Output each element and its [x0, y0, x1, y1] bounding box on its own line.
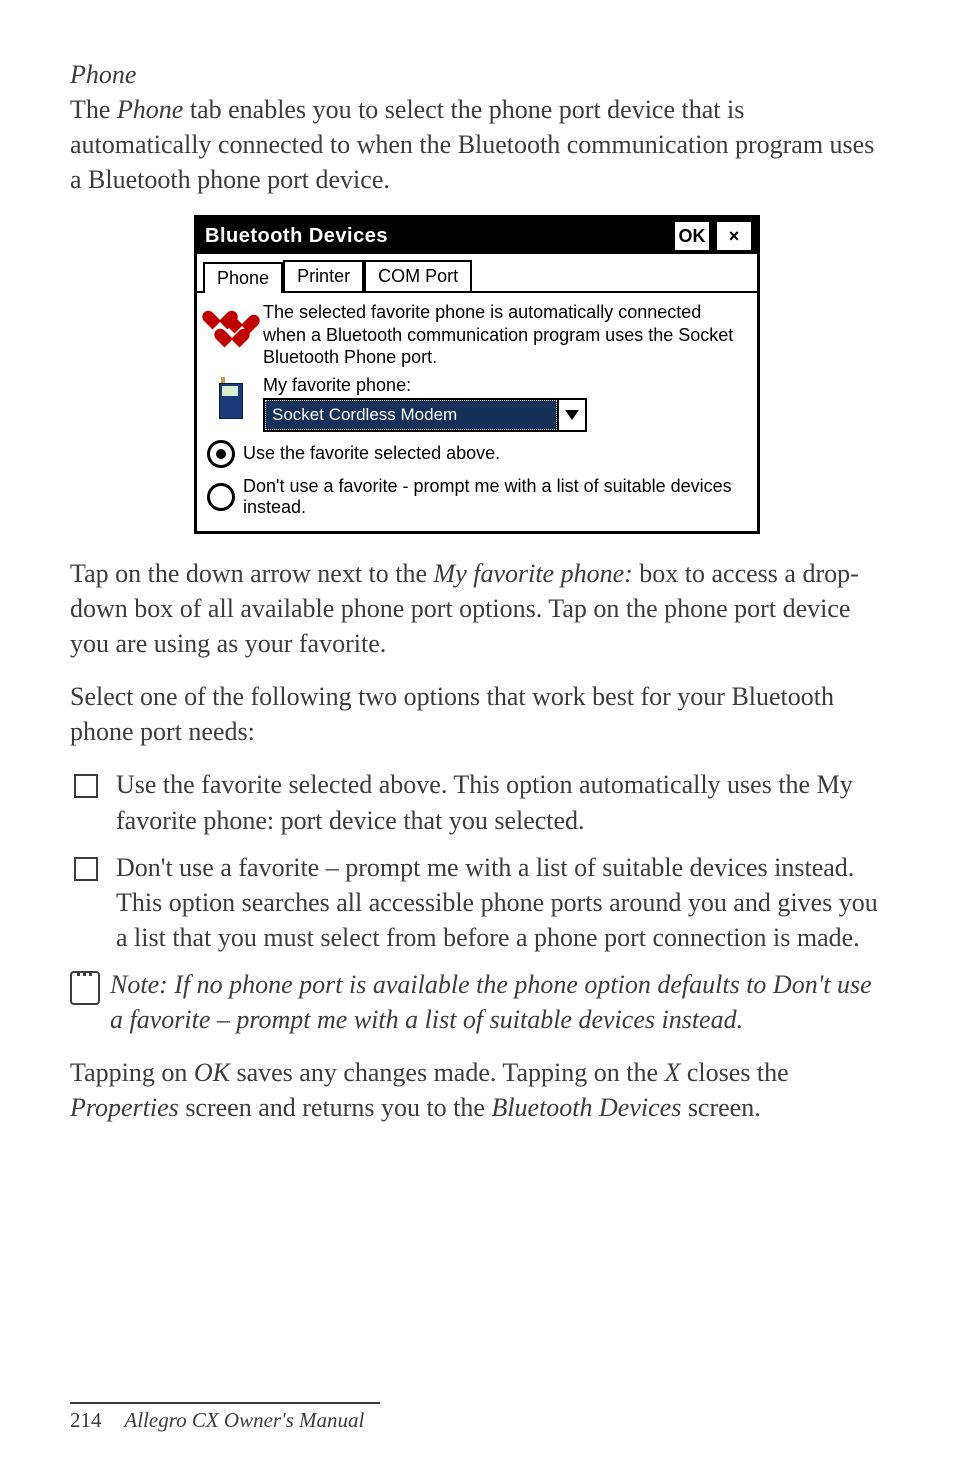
footer-rule: [70, 1402, 380, 1404]
intro-em: Phone: [117, 95, 183, 124]
tap-paragraph: Tap on the down arrow next to the My fav…: [70, 556, 884, 661]
ok-em4: Bluetooth Devices: [491, 1093, 681, 1122]
dialog-titlebar: Bluetooth Devices OK ×: [197, 218, 757, 254]
favorite-phone-dropdown[interactable]: Socket Cordless Modem: [263, 398, 587, 432]
dialog-description: The selected favorite phone is automatic…: [263, 299, 747, 369]
ok-em2: X: [665, 1058, 681, 1087]
radio-dont-use-favorite[interactable]: Don't use a favorite - prompt me with a …: [207, 476, 747, 519]
note-icon: [70, 971, 100, 1005]
tap-em1: My favorite phone:: [434, 559, 633, 588]
ok-em3: Properties: [70, 1093, 179, 1122]
checkbox-bullet-icon: [74, 857, 98, 881]
chevron-down-icon: [565, 410, 579, 420]
ok-em1: OK: [194, 1058, 230, 1087]
intro-paragraph: The Phone tab enables you to select the …: [70, 92, 884, 197]
dropdown-arrow-button[interactable]: [557, 400, 585, 430]
tab-strip: Phone Printer COM Port: [197, 254, 757, 293]
radio-dont-use-favorite-label: Don't use a favorite - prompt me with a …: [243, 476, 747, 519]
radio-use-favorite[interactable]: Use the favorite selected above.: [207, 440, 747, 468]
tab-printer[interactable]: Printer: [283, 260, 364, 291]
note-text: Note: If no phone port is available the …: [110, 967, 884, 1037]
intro-prefix: The: [70, 95, 117, 124]
favorite-phone-label: My favorite phone:: [263, 375, 747, 396]
phone-icon: [209, 377, 255, 423]
tab-phone[interactable]: Phone: [203, 262, 283, 293]
option-text-2: Don't use a favorite – prompt me with a …: [116, 850, 884, 955]
section-heading: Phone: [70, 60, 884, 90]
list-item: Don't use a favorite – prompt me with a …: [70, 850, 884, 955]
list-item: Use the favorite selected above. This op…: [70, 767, 884, 837]
page-footer: 214 Allegro CX Owner's Manual: [70, 1402, 380, 1433]
tap-t1: Tap on the down arrow next to the: [70, 559, 434, 588]
checkbox-bullet-icon: [74, 774, 98, 798]
ok-t2: saves any changes made. Tapping on the: [230, 1058, 665, 1087]
option-text-1: Use the favorite selected above. This op…: [116, 767, 884, 837]
page-number: 214: [70, 1408, 102, 1432]
intro-suffix: tab enables you to select the phone port…: [70, 95, 874, 194]
ok-paragraph: Tapping on OK saves any changes made. Ta…: [70, 1055, 884, 1125]
note-paragraph: Note: If no phone port is available the …: [70, 967, 884, 1037]
ok-t1: Tapping on: [70, 1058, 194, 1087]
radio-selected-icon: [207, 440, 235, 468]
ok-t4: screen and returns you to the: [179, 1093, 492, 1122]
favorite-phone-value: Socket Cordless Modem: [265, 400, 557, 430]
radio-use-favorite-label: Use the favorite selected above.: [243, 443, 500, 465]
select-paragraph: Select one of the following two options …: [70, 679, 884, 749]
hearts-icon: [209, 303, 255, 345]
ok-t5: screen.: [681, 1093, 760, 1122]
options-list: Use the favorite selected above. This op…: [70, 767, 884, 954]
radio-unselected-icon: [207, 483, 235, 511]
ok-t3: closes the: [680, 1058, 788, 1087]
close-button[interactable]: ×: [715, 220, 753, 252]
ok-button[interactable]: OK: [673, 220, 711, 252]
footer-title: Allegro CX Owner's Manual: [124, 1408, 364, 1432]
bluetooth-devices-dialog: Bluetooth Devices OK × Phone Printer COM…: [194, 215, 760, 534]
tab-com-port[interactable]: COM Port: [364, 260, 472, 291]
dialog-title: Bluetooth Devices: [205, 225, 669, 248]
